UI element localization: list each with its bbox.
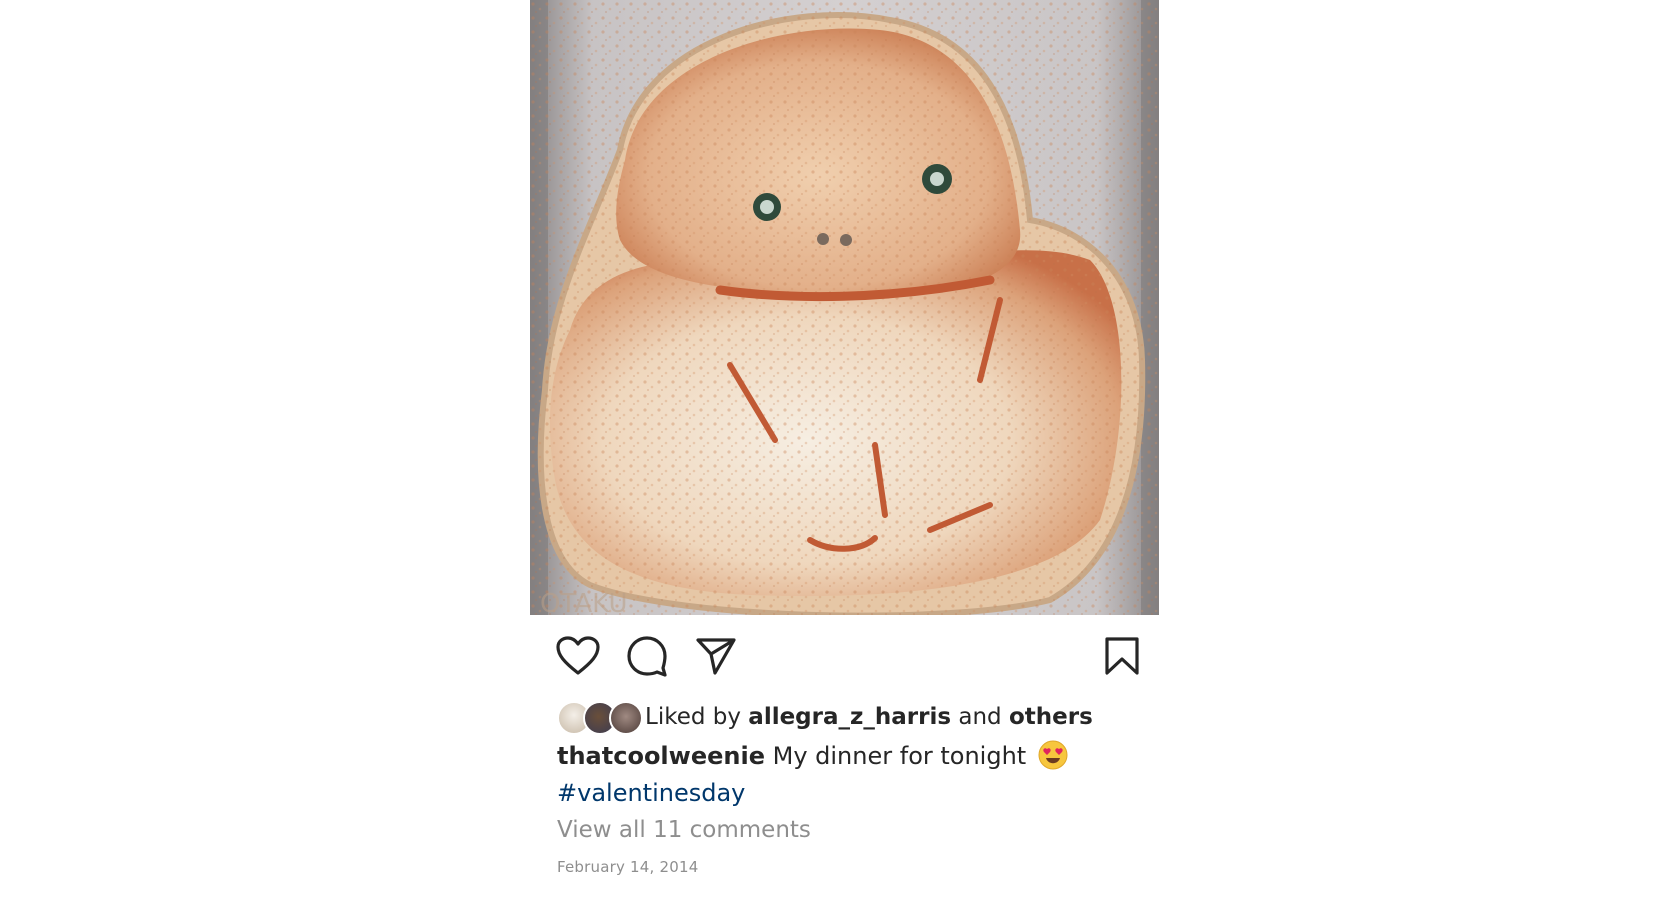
- instagram-post: OTAKU Liked by allegra_z_harris and othe…: [530, 0, 1159, 908]
- avatar: [609, 701, 643, 735]
- share-button[interactable]: [692, 632, 740, 680]
- heart-icon: [556, 636, 600, 675]
- likes-summary[interactable]: Liked by allegra_z_harris and others: [557, 697, 1093, 737]
- likes-text: Liked by allegra_z_harris and others: [645, 704, 1093, 730]
- watermark: OTAKU: [540, 589, 628, 615]
- pizza-image: OTAKU: [530, 0, 1159, 615]
- hashtag-link[interactable]: #valentinesday: [557, 779, 745, 807]
- save-button[interactable]: [1098, 632, 1146, 680]
- send-icon: [696, 638, 736, 675]
- likes-prefix: Liked by: [645, 704, 749, 730]
- caption-text: My dinner for tonight: [764, 742, 1027, 770]
- liker-avatars: [557, 699, 645, 735]
- comment-button[interactable]: [623, 632, 671, 680]
- heart-eyes-emoji-icon: [1038, 740, 1068, 770]
- post-photo[interactable]: OTAKU: [530, 0, 1159, 615]
- likes-middle: and: [951, 704, 1009, 730]
- like-button[interactable]: [554, 632, 602, 680]
- post-date: February 14, 2014: [557, 858, 699, 876]
- liker-username[interactable]: allegra_z_harris: [748, 704, 951, 730]
- bookmark-icon: [1105, 637, 1139, 675]
- comment-icon: [627, 636, 667, 677]
- post-caption: thatcoolweenie My dinner for tonight #va…: [557, 738, 1137, 812]
- likes-others[interactable]: others: [1009, 704, 1093, 730]
- action-bar: [530, 628, 1159, 684]
- author-username[interactable]: thatcoolweenie: [557, 742, 765, 770]
- view-comments-link[interactable]: View all 11 comments: [557, 817, 811, 843]
